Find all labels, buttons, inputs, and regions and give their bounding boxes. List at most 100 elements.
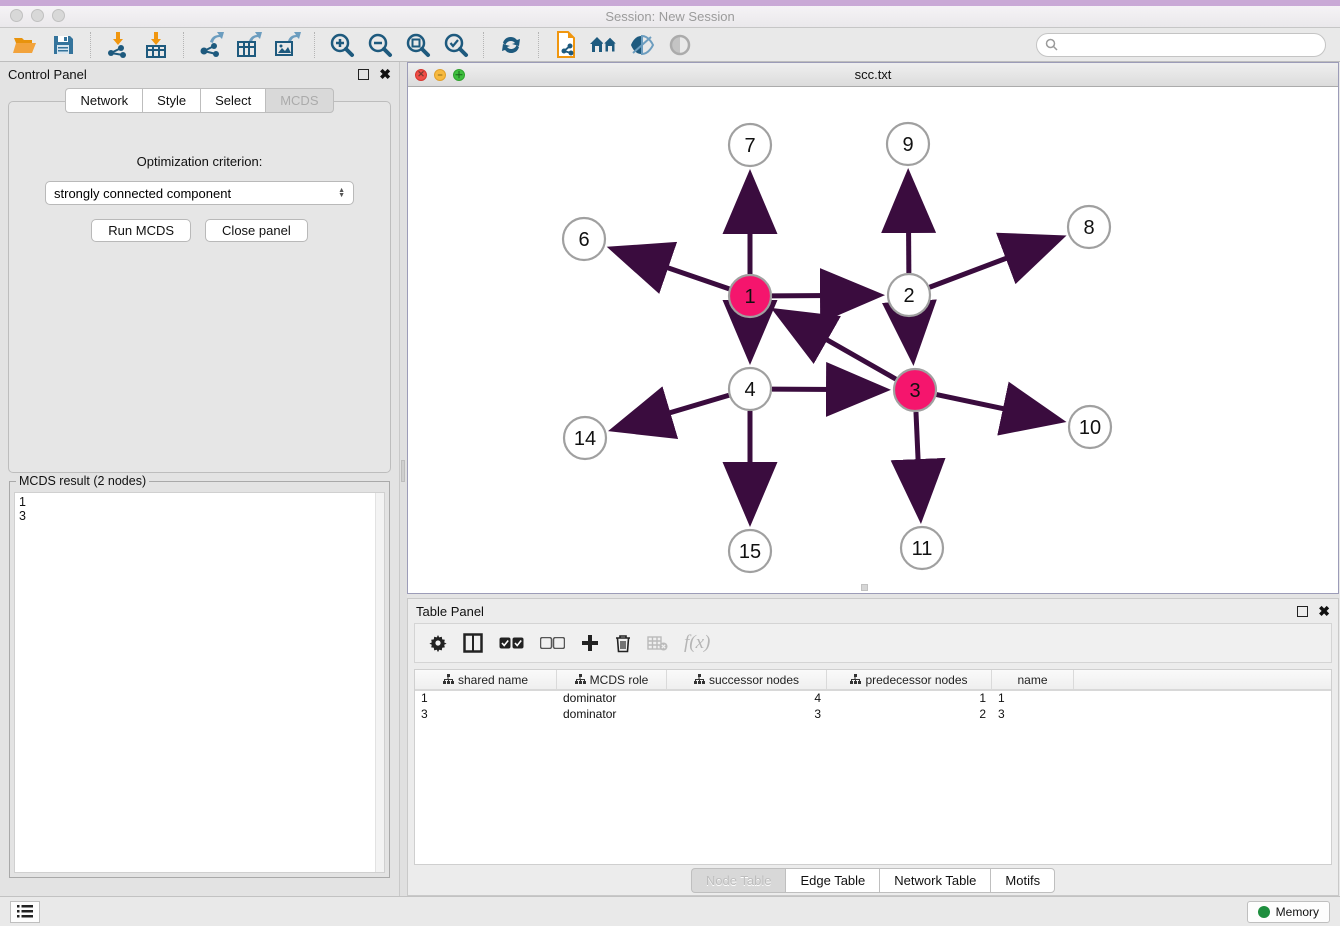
- edge-4-14[interactable]: [618, 395, 729, 428]
- mcds-result-text[interactable]: 1 3: [14, 492, 385, 873]
- add-column-button[interactable]: [581, 634, 599, 652]
- vertical-splitter[interactable]: [400, 62, 407, 896]
- refresh-layout-button[interactable]: [494, 30, 528, 60]
- close-panel-icon[interactable]: ✖: [379, 69, 391, 80]
- unselect-all-button[interactable]: [540, 637, 565, 649]
- control-panel-tabs: NetworkStyleSelectMCDS: [0, 88, 399, 113]
- network-zoom-button[interactable]: ＋: [453, 69, 465, 81]
- edge-4-3[interactable]: [772, 389, 881, 390]
- table-cell[interactable]: 3: [415, 707, 557, 723]
- edge-3-1[interactable]: [780, 313, 896, 379]
- network-graph[interactable]: 7968124314101511: [408, 87, 1338, 593]
- float-panel-icon[interactable]: [358, 69, 369, 80]
- edge-2-9[interactable]: [908, 178, 909, 273]
- table-cell[interactable]: 1: [827, 691, 992, 707]
- first-neighbors-button[interactable]: [587, 30, 621, 60]
- tab-mcds[interactable]: MCDS: [265, 88, 333, 113]
- table-cell[interactable]: 2: [827, 707, 992, 723]
- zoom-fit-button[interactable]: [401, 30, 435, 60]
- toolbar-separator: [483, 32, 484, 58]
- column-header-shared-name[interactable]: shared name: [415, 670, 557, 689]
- delete-table-button[interactable]: [647, 636, 668, 651]
- zoom-out-button[interactable]: [363, 30, 397, 60]
- canvas-resize-handle[interactable]: [861, 584, 868, 591]
- import-table-button[interactable]: [139, 30, 173, 60]
- close-table-panel-icon[interactable]: ✖: [1318, 606, 1330, 617]
- tab-network-table[interactable]: Network Table: [879, 868, 990, 893]
- table-toolbar: f(x): [414, 623, 1332, 663]
- network-minimize-button[interactable]: −: [434, 69, 446, 81]
- table-cell[interactable]: dominator: [557, 691, 667, 707]
- column-header-predecessor-nodes[interactable]: predecessor nodes: [827, 670, 992, 689]
- tab-style[interactable]: Style: [142, 88, 200, 113]
- table-cell[interactable]: 3: [667, 707, 827, 723]
- table-cell[interactable]: 3: [992, 707, 1074, 723]
- column-header-MCDS-role[interactable]: MCDS role: [557, 670, 667, 689]
- edge-2-3[interactable]: [910, 317, 912, 356]
- zoom-window-button[interactable]: [52, 9, 65, 22]
- criterion-select-value: strongly connected component: [54, 186, 231, 201]
- edge-1-2[interactable]: [772, 295, 875, 296]
- tab-select[interactable]: Select: [200, 88, 265, 113]
- network-view-titlebar[interactable]: ✕ − ＋ scc.txt: [408, 63, 1338, 87]
- tab-edge-table[interactable]: Edge Table: [785, 868, 879, 893]
- tab-node-table[interactable]: Node Table: [691, 868, 786, 893]
- close-window-button[interactable]: [10, 9, 23, 22]
- toolbar-separator: [90, 32, 91, 58]
- table-cell[interactable]: 1: [992, 691, 1074, 707]
- table-row[interactable]: 1dominator411: [415, 691, 1331, 707]
- column-label: name: [1017, 673, 1047, 687]
- mcds-result-scrollbar[interactable]: [375, 493, 384, 872]
- edge-1-6[interactable]: [616, 250, 729, 289]
- edge-3-11[interactable]: [916, 412, 921, 514]
- table-cell[interactable]: 1: [415, 691, 557, 707]
- save-session-button[interactable]: [46, 30, 80, 60]
- network-view-title: scc.txt: [408, 67, 1338, 82]
- import-network-button[interactable]: [101, 30, 135, 60]
- zoom-fit-icon: [405, 32, 431, 58]
- search-input[interactable]: [1063, 38, 1317, 52]
- import-network-icon: [106, 32, 130, 58]
- network-traffic-lights[interactable]: ✕ − ＋: [415, 69, 465, 81]
- float-table-panel-icon[interactable]: [1297, 606, 1308, 617]
- edge-3-10[interactable]: [937, 395, 1057, 420]
- task-history-button[interactable]: [10, 901, 40, 923]
- close-panel-button[interactable]: Close panel: [205, 219, 308, 242]
- column-header-name[interactable]: name: [992, 670, 1074, 689]
- export-image-button[interactable]: [270, 30, 304, 60]
- plus-icon: [581, 634, 599, 652]
- open-session-button[interactable]: [8, 30, 42, 60]
- app-traffic-lights[interactable]: [10, 9, 65, 22]
- tab-motifs[interactable]: Motifs: [990, 868, 1055, 893]
- network-view-window: ✕ − ＋ scc.txt 7968124314101511: [407, 62, 1339, 594]
- select-all-button[interactable]: [499, 637, 524, 649]
- splitter-grip[interactable]: [401, 460, 405, 482]
- minimize-window-button[interactable]: [31, 9, 44, 22]
- node-label-6: 6: [578, 229, 589, 251]
- node-label-11: 11: [912, 538, 933, 560]
- run-mcds-button[interactable]: Run MCDS: [91, 219, 191, 242]
- zoom-selected-button[interactable]: [439, 30, 473, 60]
- table-row[interactable]: 3dominator323: [415, 707, 1331, 723]
- export-network-button[interactable]: [194, 30, 228, 60]
- network-close-button[interactable]: ✕: [415, 69, 427, 81]
- criterion-select[interactable]: strongly connected component ▲▼: [45, 181, 354, 205]
- node-label-8: 8: [1083, 217, 1094, 239]
- hide-graphics-details-button[interactable]: [663, 30, 697, 60]
- table-cell[interactable]: dominator: [557, 707, 667, 723]
- memory-button[interactable]: Memory: [1247, 901, 1330, 923]
- table-cell[interactable]: 4: [667, 691, 827, 707]
- delete-column-button[interactable]: [615, 634, 631, 653]
- table-options-button[interactable]: [429, 634, 447, 652]
- zoom-in-button[interactable]: [325, 30, 359, 60]
- column-visibility-button[interactable]: [463, 633, 483, 653]
- export-table-button[interactable]: [232, 30, 266, 60]
- network-canvas[interactable]: 7968124314101511: [408, 87, 1338, 593]
- function-builder-button[interactable]: f(x): [684, 632, 710, 654]
- new-network-from-selection-button[interactable]: [549, 30, 583, 60]
- search-field[interactable]: [1036, 33, 1326, 57]
- show-graphics-details-button[interactable]: [625, 30, 659, 60]
- tab-network[interactable]: Network: [65, 88, 142, 113]
- column-header-successor-nodes[interactable]: successor nodes: [667, 670, 827, 689]
- edge-2-8[interactable]: [930, 239, 1058, 287]
